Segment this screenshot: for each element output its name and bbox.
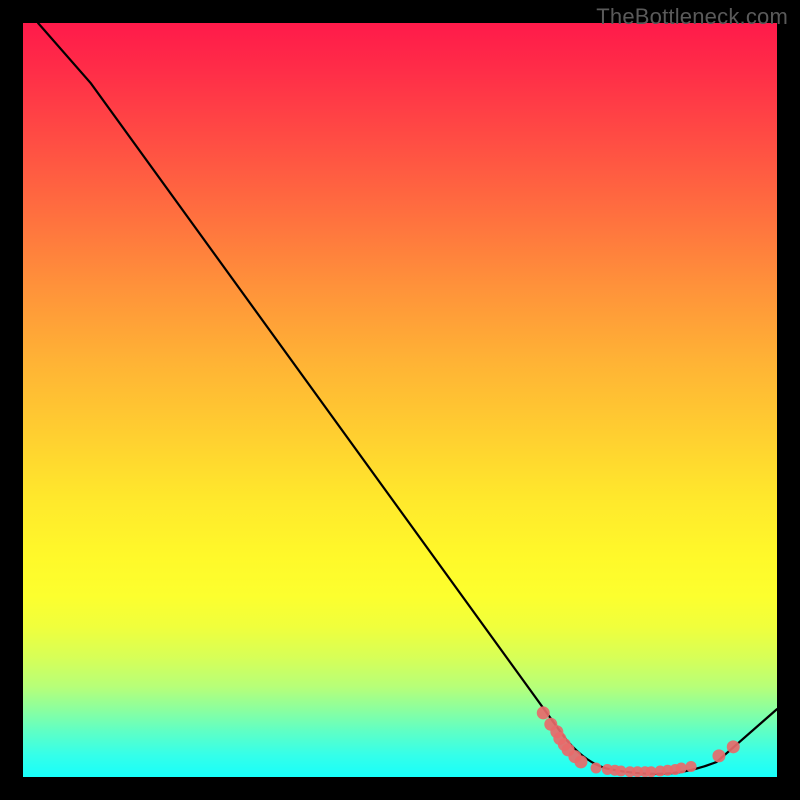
chart-marker: [676, 762, 687, 773]
chart-marker: [574, 755, 587, 768]
chart-marker: [591, 762, 602, 773]
chart-plot-area: [23, 23, 777, 777]
chart-marker: [686, 761, 697, 772]
chart-svg: [23, 23, 777, 777]
chart-marker: [537, 706, 550, 719]
chart-marker: [712, 749, 725, 762]
curve-path: [38, 23, 777, 774]
chart-line: [38, 23, 777, 774]
chart-markers: [537, 706, 740, 777]
chart-marker: [727, 740, 740, 753]
watermark-text: TheBottleneck.com: [596, 4, 788, 30]
